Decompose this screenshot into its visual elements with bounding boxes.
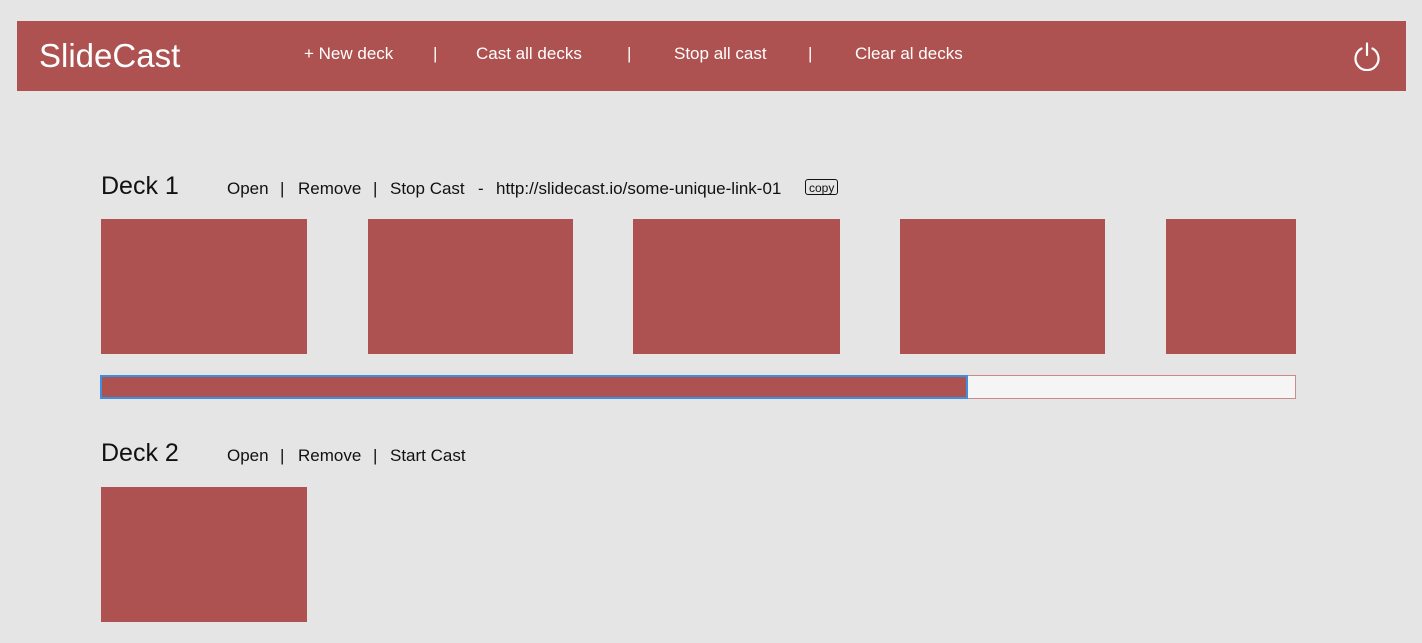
deck-title: Deck 2 (101, 439, 179, 467)
nav-separator: | (808, 44, 813, 63)
slide-thumbnail[interactable] (101, 219, 307, 354)
cast-progress-bar[interactable] (100, 375, 1296, 399)
stop-all-cast-button[interactable]: Stop all cast (674, 44, 767, 64)
top-bar: SlideCast + New deck | Cast all decks | … (17, 21, 1406, 91)
deck-remove-button[interactable]: Remove (298, 179, 361, 199)
deck-action-separator: | (373, 446, 378, 465)
nav-separator: | (627, 44, 632, 63)
stop-cast-button[interactable]: Stop Cast (390, 179, 465, 199)
slide-thumbnail[interactable] (1166, 219, 1296, 354)
deck-title: Deck 1 (101, 172, 179, 200)
clear-all-decks-button[interactable]: Clear al decks (855, 44, 963, 64)
nav-separator: | (433, 44, 438, 63)
slide-thumbnail[interactable] (900, 219, 1105, 354)
slide-thumbnail[interactable] (101, 487, 307, 622)
power-icon[interactable] (1353, 41, 1381, 72)
cast-progress-fill (100, 375, 968, 399)
new-deck-button[interactable]: + New deck (304, 44, 393, 64)
start-cast-button[interactable]: Start Cast (390, 446, 466, 466)
deck-action-separator: | (373, 179, 378, 198)
deck-open-button[interactable]: Open (227, 446, 269, 466)
link-dash: - (478, 179, 484, 198)
deck-action-separator: | (280, 446, 285, 465)
slide-thumbnail[interactable] (633, 219, 840, 354)
deck-remove-button[interactable]: Remove (298, 446, 361, 466)
slide-thumbnail[interactable] (368, 219, 573, 354)
cast-link: http://slidecast.io/some-unique-link-01 (496, 179, 782, 198)
cast-all-decks-button[interactable]: Cast all decks (476, 44, 582, 64)
copy-link-button[interactable]: copy (805, 179, 839, 195)
app-title: SlideCast (39, 37, 181, 74)
deck-action-separator: | (280, 179, 285, 198)
deck-open-button[interactable]: Open (227, 179, 269, 199)
